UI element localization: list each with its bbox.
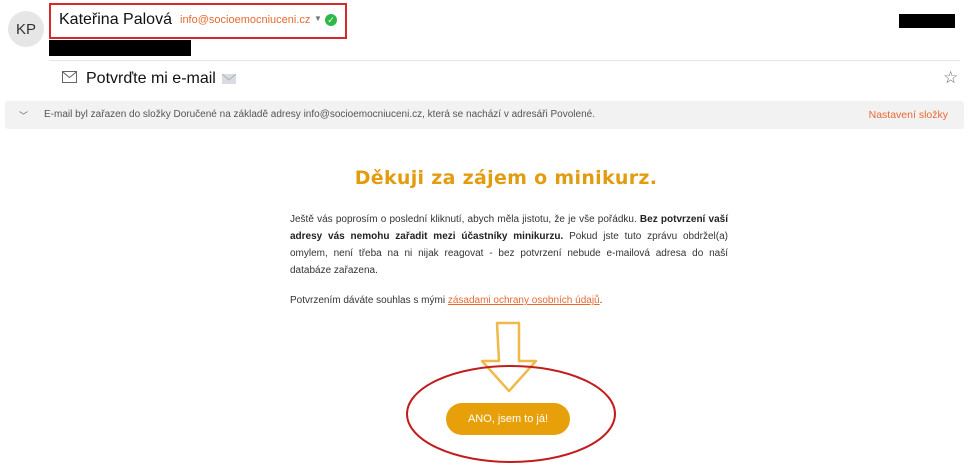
sender-name[interactable]: Kateřina Palová	[59, 11, 172, 29]
sender-email[interactable]: info@socioemocniuceni.cz	[180, 14, 310, 26]
star-icon[interactable]: ☆	[943, 68, 958, 88]
folder-info-text: E-mail byl zařazen do složky Doručené na…	[44, 109, 595, 120]
email-paragraph: Ještě vás poprosím o poslední kliknutí, …	[290, 211, 728, 279]
divider	[49, 60, 960, 61]
email-heading: Děkuji za zájem o minikurz.	[354, 167, 658, 189]
verified-check-icon: ✓	[325, 14, 337, 26]
folder-settings-link[interactable]: Nastavení složky	[869, 109, 948, 121]
consent-text-end: .	[599, 295, 603, 306]
consent-text: Potvrzením dáváte souhlas s mými	[290, 295, 448, 306]
paragraph-text: Ještě vás poprosím o poslední kliknutí, …	[290, 214, 640, 225]
confirm-button[interactable]: ANO, jsem to já!	[446, 403, 570, 435]
privacy-policy-link[interactable]: zásadami ochrany osobních údajů	[448, 295, 600, 306]
folder-info-bar: ﹀ E-mail byl zařazen do složky Doručené …	[5, 101, 964, 129]
redacted-block	[899, 14, 955, 28]
chevron-down-icon[interactable]: ﹀	[19, 109, 28, 122]
chevron-down-icon[interactable]: ▼	[314, 14, 322, 23]
email-subject: Potvrďte mi e-mail	[86, 70, 216, 87]
redacted-block	[49, 40, 191, 56]
mail-icon	[62, 71, 77, 83]
avatar: KP	[8, 11, 44, 47]
consent-paragraph: Potvrzením dáváte souhlas s mými zásadam…	[290, 295, 602, 306]
envelope-icon	[222, 74, 236, 84]
